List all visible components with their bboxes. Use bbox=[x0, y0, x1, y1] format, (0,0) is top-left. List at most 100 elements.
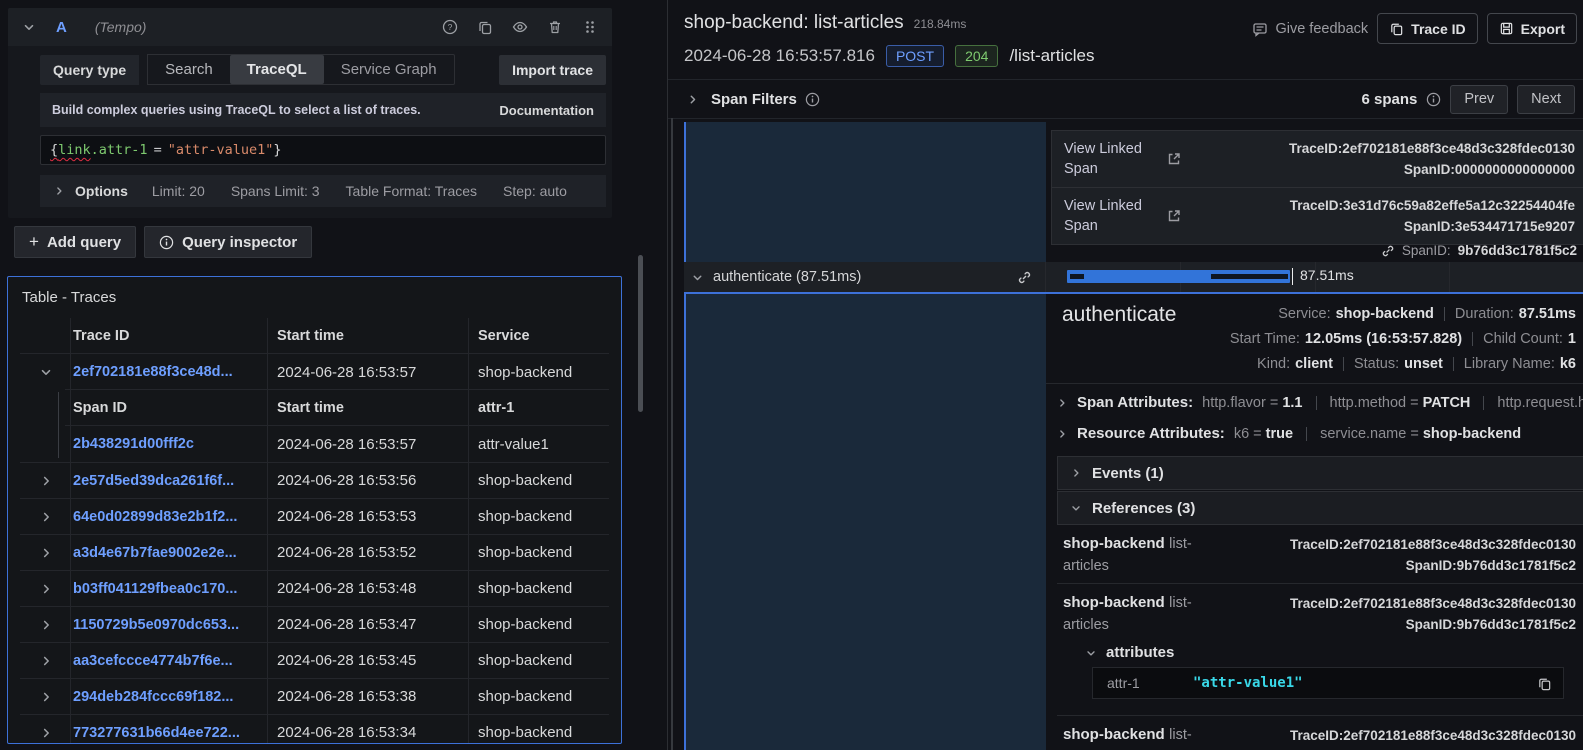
drag-handle-icon[interactable] bbox=[582, 19, 598, 35]
give-feedback-button[interactable]: Give feedback bbox=[1252, 21, 1368, 37]
trace-id-link[interactable]: 64e0d02899d83e2b1f2... bbox=[73, 509, 237, 525]
grafana-tempo-explore: A (Tempo) Query type Search TraceQL Serv… bbox=[0, 0, 1583, 750]
trace-duration: 218.84ms bbox=[913, 17, 967, 31]
external-link-icon[interactable] bbox=[1166, 151, 1182, 167]
span-id-footer-value: 9b76dd3c1781f5c2 bbox=[1457, 243, 1577, 258]
accordion-chevron-icon[interactable] bbox=[1056, 397, 1068, 409]
col-service: Service bbox=[468, 318, 609, 353]
expand-row-icon[interactable] bbox=[39, 726, 53, 740]
row-service: shop-backend bbox=[468, 607, 609, 642]
collapse-row-icon[interactable] bbox=[39, 365, 53, 379]
expand-row-icon[interactable] bbox=[39, 474, 53, 488]
trace-id-link[interactable]: 773277631b66d4ee722... bbox=[73, 725, 240, 741]
trace-id-link[interactable]: a3d4e67b7fae9002e2e... bbox=[73, 545, 237, 561]
overview-value: client bbox=[1295, 355, 1333, 372]
tab-search[interactable]: Search bbox=[148, 55, 230, 84]
tab-traceql[interactable]: TraceQL bbox=[229, 55, 324, 84]
expand-row-icon[interactable] bbox=[39, 510, 53, 524]
expand-row-icon[interactable] bbox=[39, 654, 53, 668]
next-span-button[interactable]: Next bbox=[1517, 84, 1575, 114]
span-timeline-cell[interactable]: 87.51ms bbox=[1046, 262, 1583, 292]
reference-row[interactable]: shop-backend list-articles TraceID:2ef70… bbox=[1057, 525, 1583, 584]
row-start-time: 2024-06-28 16:53:38 bbox=[267, 679, 468, 714]
toggle-visibility-icon[interactable] bbox=[512, 19, 528, 35]
query-ref-id[interactable]: A bbox=[56, 19, 67, 36]
expand-row-icon[interactable] bbox=[39, 618, 53, 632]
reference-attributes-accordion[interactable]: attributes bbox=[1085, 644, 1577, 661]
expand-row-icon[interactable] bbox=[39, 546, 53, 560]
span-filters-info-icon[interactable] bbox=[805, 92, 820, 107]
tab-service-graph[interactable]: Service Graph bbox=[324, 55, 454, 84]
trace-url: /list-articles bbox=[1009, 46, 1095, 65]
reference-service: shop-backend bbox=[1063, 726, 1165, 743]
query-token-open: { bbox=[50, 142, 59, 158]
delete-query-icon[interactable] bbox=[547, 19, 563, 35]
documentation-link[interactable]: Documentation bbox=[499, 103, 594, 118]
query-token-field-rest: .attr-1 bbox=[90, 142, 148, 158]
reference-row[interactable]: shop-backend list-articles TraceID:2ef70… bbox=[1057, 584, 1583, 716]
plus-icon: + bbox=[29, 232, 39, 251]
trace-id-button[interactable]: Trace ID bbox=[1377, 13, 1478, 44]
trace-id-link[interactable]: aa3cefccce4774b7f6e... bbox=[73, 653, 233, 669]
prev-span-button[interactable]: Prev bbox=[1450, 84, 1509, 114]
external-link-icon[interactable] bbox=[1166, 208, 1182, 224]
events-accordion[interactable]: Events (1) bbox=[1057, 456, 1583, 490]
span-attributes-accordion[interactable]: Span Attributes: http.flavor = 1.1 http.… bbox=[1056, 394, 1583, 411]
timeline-scrollbar[interactable] bbox=[671, 118, 673, 750]
traceql-query-input[interactable]: {link .attr-1 = "attr-value1"} bbox=[40, 135, 606, 165]
view-linked-span-link[interactable]: View Linked Span bbox=[1064, 139, 1156, 179]
trace-id-link[interactable]: 2ef702181e88f3ce48d... bbox=[73, 364, 233, 380]
span-id-link[interactable]: 2b438291d00fff2c bbox=[73, 436, 194, 452]
duplicate-query-icon[interactable] bbox=[477, 19, 493, 35]
child-span-segment bbox=[1211, 274, 1288, 279]
scrollbar-thumb[interactable] bbox=[638, 255, 643, 412]
overview-value: k6 bbox=[1559, 355, 1576, 372]
trace-id-link[interactable]: 1150729b5e0970dc653... bbox=[73, 617, 239, 633]
expanded-spans-subtable: Span ID Start time attr-1 2b438291d00fff… bbox=[20, 390, 609, 462]
reference-trace-id: TraceID:2ef702181e88f3ce48d3c328fdec0130 bbox=[1290, 596, 1576, 611]
references-accordion[interactable]: References (3) bbox=[1057, 491, 1583, 525]
trace-id-link[interactable]: b03ff041129fbea0c170... bbox=[73, 581, 237, 597]
export-button[interactable]: Export bbox=[1486, 13, 1577, 44]
copy-value-icon[interactable] bbox=[1537, 676, 1552, 691]
linked-trace-id: TraceID:3e31d76c59a82effe5a12c32254404fe bbox=[1289, 198, 1575, 213]
subcol-attr: attr-1 bbox=[468, 390, 609, 426]
overview-value: shop-backend bbox=[1335, 305, 1434, 322]
row-start-time: 2024-06-28 16:53:47 bbox=[267, 607, 468, 642]
selected-span-name-block bbox=[684, 122, 1046, 262]
query-options-bar[interactable]: Options Limit: 20 Spans Limit: 3 Table F… bbox=[40, 175, 606, 207]
add-query-button[interactable]: + Add query bbox=[14, 226, 137, 258]
trace-id-link[interactable]: 2e57d5ed39dca261f6f... bbox=[73, 473, 234, 489]
expand-row-icon[interactable] bbox=[39, 690, 53, 704]
resource-attributes-accordion[interactable]: Resource Attributes: k6 = true service.n… bbox=[1056, 425, 1583, 442]
row-start-time: 2024-06-28 16:53:45 bbox=[267, 643, 468, 678]
expand-row-icon[interactable] bbox=[39, 582, 53, 596]
options-chevron-icon[interactable] bbox=[53, 185, 65, 197]
spans-count-info-icon[interactable] bbox=[1426, 92, 1441, 107]
collapse-query-icon[interactable] bbox=[22, 20, 36, 34]
span-link-icon[interactable] bbox=[1017, 270, 1032, 285]
options-label[interactable]: Options bbox=[75, 183, 128, 199]
span-collapse-icon[interactable] bbox=[691, 271, 704, 284]
reference-trace-id: TraceID:2ef702181e88f3ce48d3c328fdec0130 bbox=[1290, 728, 1576, 743]
row-service: shop-backend bbox=[468, 354, 609, 390]
span-filters-chevron-icon[interactable] bbox=[686, 93, 699, 106]
subrow-start-time: 2024-06-28 16:53:57 bbox=[267, 426, 468, 462]
link-icon[interactable] bbox=[1381, 244, 1395, 258]
accordion-chevron-icon[interactable] bbox=[1056, 428, 1068, 440]
view-linked-span-link[interactable]: View Linked Span bbox=[1064, 196, 1156, 236]
query-token-operator: = bbox=[153, 142, 162, 158]
give-feedback-label: Give feedback bbox=[1275, 20, 1369, 37]
query-inspector-button[interactable]: Query inspector bbox=[144, 226, 313, 258]
reference-row[interactable]: shop-backend list-articles TraceID:2ef70… bbox=[1057, 716, 1583, 750]
help-icon[interactable] bbox=[442, 19, 458, 35]
info-circle-icon bbox=[159, 235, 174, 250]
span-duration-bar[interactable] bbox=[1067, 270, 1290, 283]
overview-label: Service: bbox=[1278, 305, 1331, 322]
span-name-cell[interactable]: authenticate (87.51ms) bbox=[684, 262, 1046, 292]
span-row-authenticate[interactable]: authenticate (87.51ms) 87.51ms bbox=[684, 262, 1583, 292]
span-filters-label[interactable]: Span Filters bbox=[711, 91, 797, 108]
trace-id-link[interactable]: 294deb284fccc69f182... bbox=[73, 689, 233, 705]
subtable-header-row: Span ID Start time attr-1 bbox=[20, 390, 609, 426]
import-trace-button[interactable]: Import trace bbox=[499, 54, 606, 85]
